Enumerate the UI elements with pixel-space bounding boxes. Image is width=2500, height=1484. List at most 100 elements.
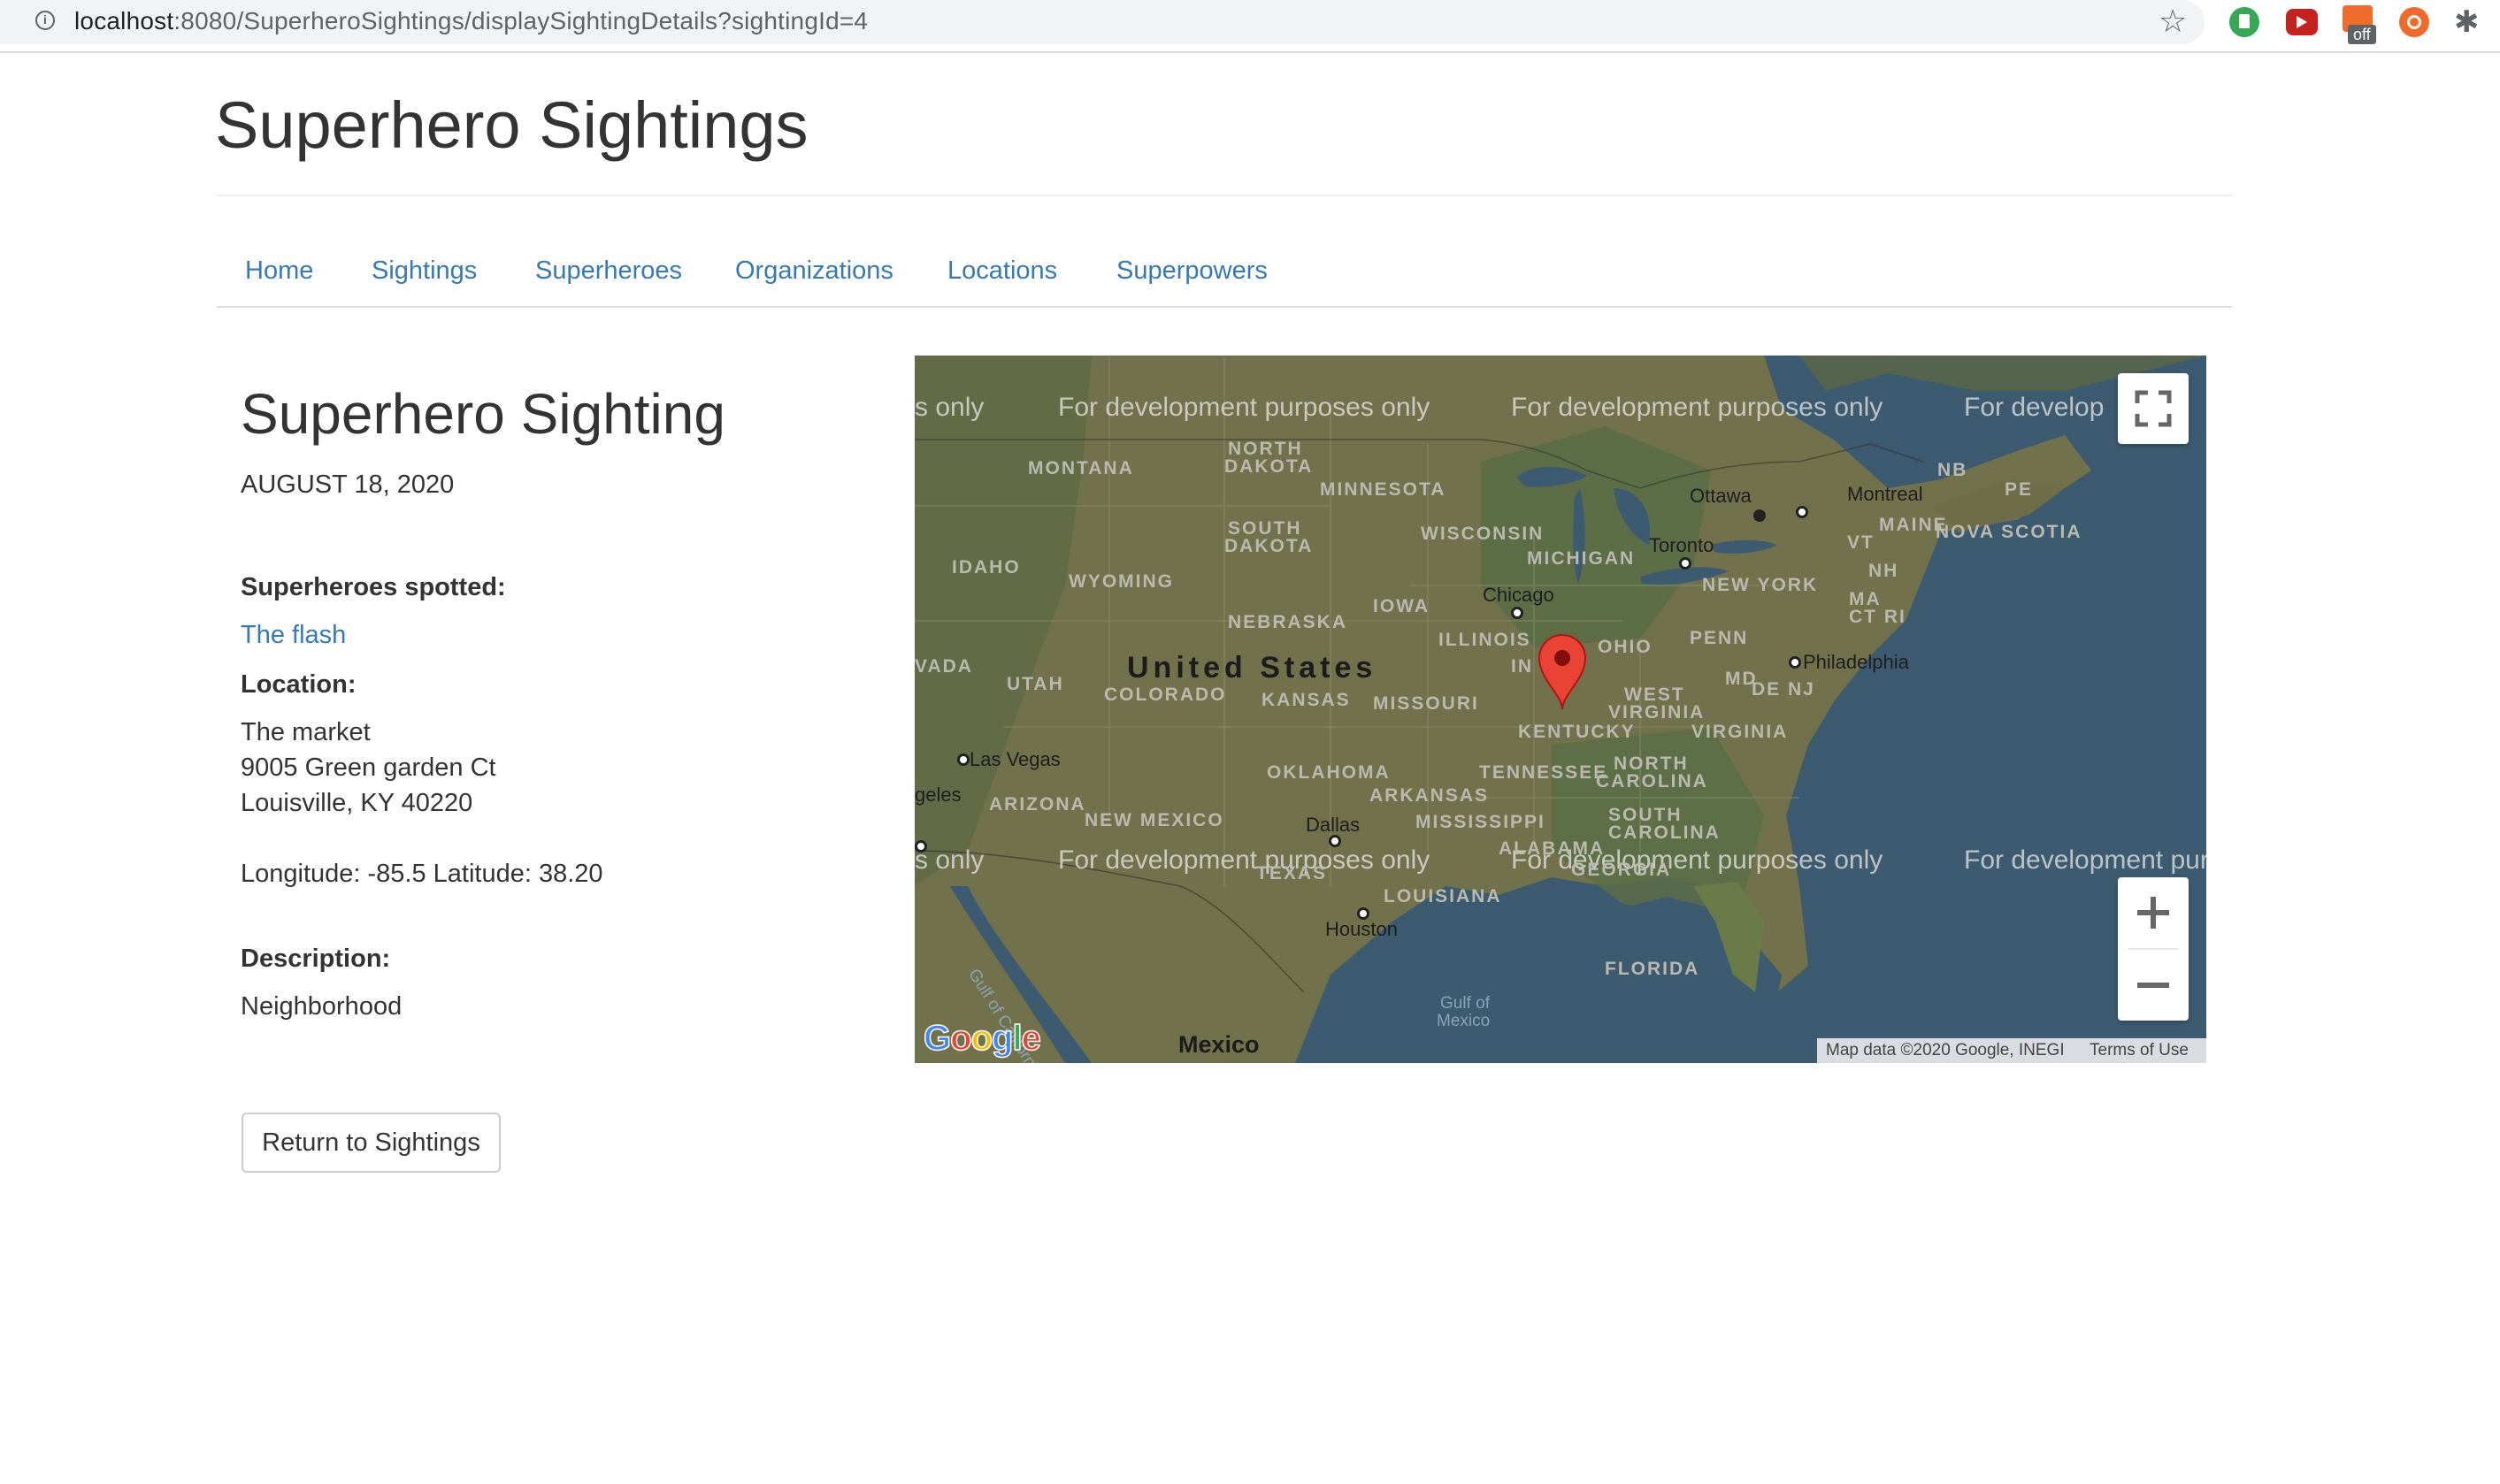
- nav-locations[interactable]: Locations: [947, 253, 1057, 288]
- info-icon[interactable]: i: [35, 11, 55, 30]
- map-label-gulf-of-mexico: Mexico: [1437, 1012, 1491, 1030]
- minus-icon: [2137, 983, 2169, 988]
- map-label-las-vegas: Las Vegas: [970, 748, 1061, 770]
- map-label-north-carolina: CAROLINA: [1596, 771, 1708, 792]
- superheroes-label: Superheroes spotted:: [241, 573, 506, 601]
- city-dot: [1329, 835, 1341, 847]
- location-name: The market: [241, 718, 371, 746]
- map-label-west-virginia: VIRGINIA: [1608, 702, 1706, 723]
- map-label-georgia: GEORGIA: [1571, 860, 1672, 880]
- site-title: Superhero Sightings: [215, 88, 809, 162]
- map-label-montreal: Montreal: [1847, 483, 1923, 505]
- map-label-south-carolina: CAROLINA: [1608, 822, 1721, 843]
- map-label-vermont: VT: [1847, 532, 1875, 553]
- map-label-nevada: VADA: [915, 656, 973, 677]
- map-label-montana: MONTANA: [1028, 458, 1134, 478]
- map-label-illinois: ILLINOIS: [1438, 630, 1531, 650]
- map-label-indiana: IN: [1511, 656, 1533, 677]
- terms-of-use-link[interactable]: Terms of Use: [2090, 1038, 2189, 1063]
- map-label-idaho: IDAHO: [952, 557, 1021, 578]
- map-label-philadelphia: Philadelphia: [1803, 651, 1909, 673]
- map-label-new-mexico: NEW MEXICO: [1085, 810, 1224, 830]
- nav-sightings[interactable]: Sightings: [372, 253, 477, 288]
- map-label-mexico: Mexico: [1178, 1031, 1260, 1058]
- map-attribution: Map data ©2020 Google, INEGI Terms of Us…: [1817, 1038, 2206, 1063]
- city-dot: [1357, 907, 1369, 920]
- map-watermark: For development purposes only: [1511, 393, 1883, 422]
- map-label-nova-scotia: NOVA SCOTIA: [1936, 522, 2082, 542]
- map-label-florida: FLORIDA: [1605, 959, 1700, 979]
- url-path: :8080/SuperheroSightings/displaySighting…: [173, 7, 869, 34]
- map-label-new-york: NEW YORK: [1702, 575, 1819, 595]
- url-host: localhost: [74, 7, 174, 34]
- superhero-link[interactable]: The flash: [241, 617, 346, 653]
- city-dot: [1796, 506, 1808, 518]
- nav-superheroes[interactable]: Superheroes: [535, 253, 682, 288]
- extension-off-badge: off: [2348, 25, 2376, 44]
- map-label-wyoming: WYOMING: [1069, 571, 1174, 592]
- lifebuoy-extension-icon[interactable]: [2399, 7, 2429, 37]
- nav-organizations[interactable]: Organizations: [735, 253, 893, 288]
- location-coordinates: Longitude: -85.5 Latitude: 38.20: [241, 860, 603, 888]
- map-label-nebraska: NEBRASKA: [1228, 612, 1348, 632]
- location-map[interactable]: s only For development purposes only For…: [915, 356, 2206, 1063]
- header-divider: [217, 195, 2232, 196]
- map-label-houston: Houston: [1325, 918, 1398, 940]
- map-label-united-states: United States: [1127, 651, 1377, 685]
- sighting-date: AUGUST 18, 2020: [241, 470, 455, 499]
- map-label-oklahoma: OKLAHOMA: [1267, 762, 1391, 783]
- map-label-colorado: COLORADO: [1104, 685, 1227, 705]
- map-label-texas: TEXAS: [1256, 863, 1328, 884]
- extensions-puzzle-icon[interactable]: ✱: [2454, 4, 2480, 41]
- zoom-out-button[interactable]: [2118, 950, 2189, 1021]
- map-watermark-partial: For development pur: [1964, 845, 2206, 875]
- map-label-dallas: Dallas: [1306, 814, 1361, 836]
- sighting-title: Superhero Sighting: [241, 382, 725, 446]
- youtube-extension-icon[interactable]: [2286, 9, 2318, 35]
- map-label-michigan: MICHIGAN: [1527, 548, 1636, 569]
- map-label-virginia: VIRGINIA: [1691, 722, 1789, 742]
- map-watermark: For development purposes only: [1058, 845, 1430, 875]
- map-pin-icon[interactable]: [1538, 633, 1587, 711]
- nav-home[interactable]: Home: [245, 253, 313, 288]
- fullscreen-icon: [2135, 390, 2172, 427]
- map-label-penn: PENN: [1690, 628, 1749, 648]
- url-text[interactable]: localhost:8080/SuperheroSightings/displa…: [74, 5, 868, 37]
- zoom-controls: [2118, 877, 2189, 1021]
- map-label-iowa: IOWA: [1373, 596, 1430, 616]
- map-label-arkansas: ARKANSAS: [1369, 785, 1490, 806]
- map-label-prince-edward-island: PE: [2005, 479, 2034, 500]
- city-dot: [1789, 656, 1801, 669]
- map-label-tennessee: TENNESSEE: [1479, 762, 1608, 783]
- location-label: Location:: [241, 670, 357, 699]
- map-label-minnesota: MINNESOTA: [1320, 479, 1446, 500]
- zoom-in-button[interactable]: [2118, 877, 2189, 948]
- fullscreen-button[interactable]: [2118, 373, 2189, 444]
- map-label-kansas: KANSAS: [1262, 690, 1351, 710]
- map-data-credit: Map data ©2020 Google, INEGI: [1826, 1041, 2065, 1059]
- map-watermark-partial: For develop: [1964, 393, 2105, 422]
- city-dot: [915, 840, 927, 853]
- green-extension-icon[interactable]: [2229, 7, 2259, 37]
- address-bar[interactable]: i localhost:8080/SuperheroSightings/disp…: [0, 0, 2205, 44]
- google-logo[interactable]: Google: [923, 1017, 1041, 1059]
- map-label-utah: UTAH: [1007, 674, 1064, 694]
- map-label-mississippi: MISSISSIPPI: [1415, 812, 1545, 832]
- bookmark-star-icon[interactable]: ☆: [2159, 2, 2187, 41]
- city-dot: [1511, 607, 1523, 619]
- return-to-sightings-button[interactable]: Return to Sightings: [242, 1113, 501, 1173]
- map-label-ohio: OHIO: [1598, 637, 1653, 657]
- plus-icon: [2137, 897, 2169, 929]
- city-dot: [957, 753, 970, 766]
- map-label-delaware-new-jersey: DE NJ: [1752, 679, 1815, 700]
- map-label-south-dakota: DAKOTA: [1224, 536, 1314, 556]
- nav-superpowers[interactable]: Superpowers: [1116, 253, 1268, 288]
- map-label-missouri: MISSOURI: [1373, 693, 1479, 714]
- city-dot: [1679, 557, 1691, 570]
- map-label-alabama: ALABAMA: [1499, 838, 1606, 859]
- map-label-ottawa: Ottawa: [1690, 485, 1752, 507]
- map-label-arizona: ARIZONA: [989, 794, 1086, 815]
- map-label-louisiana: LOUISIANA: [1384, 886, 1502, 906]
- browser-toolbar: i localhost:8080/SuperheroSightings/disp…: [0, 0, 2500, 53]
- map-label-north-dakota: DAKOTA: [1224, 456, 1314, 477]
